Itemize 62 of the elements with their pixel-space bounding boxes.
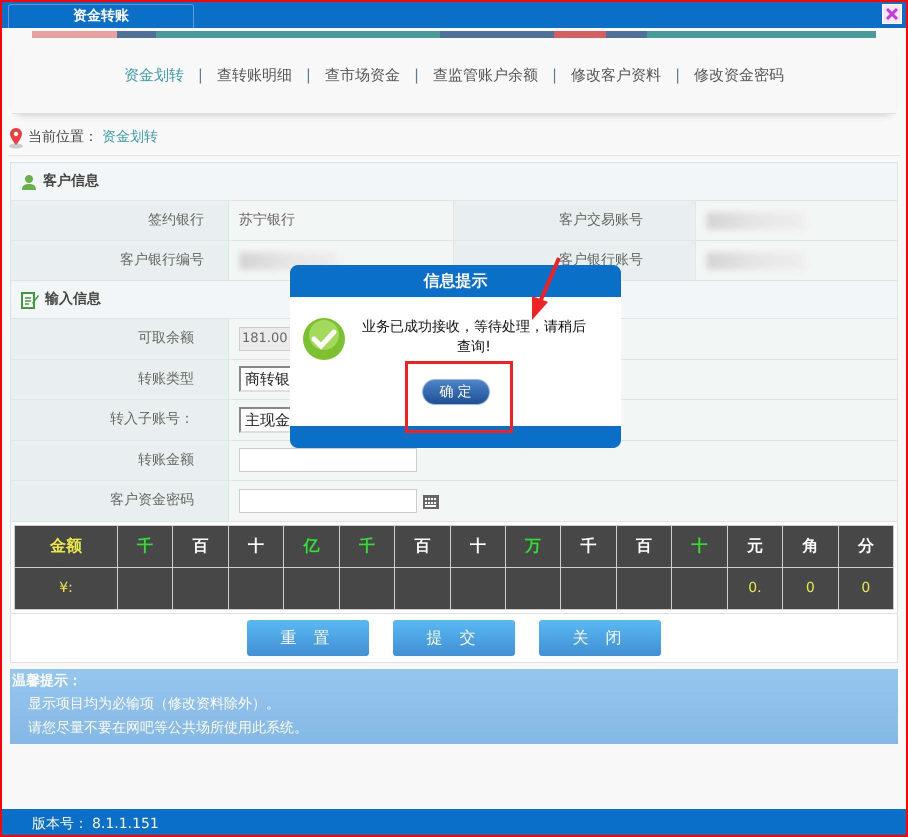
nav-separator: | [198, 65, 203, 86]
field-label: 客户资金密码 [110, 491, 194, 510]
digit-label: 金额 [50, 535, 82, 557]
section-title: 输入信息 [45, 290, 101, 309]
field-value: 苏宁银行 [239, 211, 295, 230]
nav-link[interactable]: 查监管账户余额 [433, 64, 538, 87]
user-icon [21, 174, 37, 190]
nav-separator: | [675, 65, 680, 86]
digit-label: 元 [746, 535, 763, 557]
location-label: 当前位置： [28, 128, 98, 147]
nav-separator: | [552, 65, 558, 86]
close-button[interactable] [882, 4, 902, 24]
digit-label: 百 [192, 535, 209, 557]
field-label: 客户交易账号 [559, 211, 643, 230]
digit-label: 百 [414, 535, 430, 557]
tips-title: 温馨提示： [11, 672, 83, 690]
grid-value-cell: 0. [728, 568, 782, 608]
tips-text: 请您尽量不要在网吧等公共场所使用此系统。 [27, 718, 309, 738]
nav-link[interactable]: 修改资金密码 [694, 64, 784, 87]
window-tab[interactable]: 资金转账 [8, 4, 194, 28]
digit-label: 万 [525, 535, 542, 557]
field-label: 转账金额 [138, 450, 194, 470]
digit-label: 千 [580, 535, 597, 557]
checkmark-icon [302, 317, 346, 361]
annotation-arrow [532, 257, 561, 320]
grid-value-cell: 0 [838, 568, 893, 608]
digit-label: 分 [858, 535, 874, 557]
location-pin-icon [8, 126, 24, 148]
digit-label: 百 [636, 535, 652, 557]
field-label: 可取余额 [138, 329, 194, 348]
location-value[interactable]: 资金划转 [102, 127, 158, 148]
close-icon [885, 7, 899, 21]
tips-text: 显示项目均为必输项（修改资料除外）。 [27, 694, 281, 714]
keyboard-icon[interactable] [423, 492, 439, 509]
nav-link[interactable]: 查转账明细 [216, 64, 292, 87]
nav-separator: | [414, 65, 420, 86]
version-value: 8.1.1.151 [92, 815, 159, 834]
version-label: 版本号： [32, 815, 88, 834]
field-label: 转账类型 [138, 370, 194, 389]
edit-icon [21, 290, 39, 308]
nav-link[interactable]: 修改客户资料 [571, 64, 662, 87]
digit-label: 十 [470, 535, 486, 557]
field-label: 客户银行编号 [120, 251, 204, 270]
dialog-title: 信息提示 [290, 265, 621, 297]
input-field[interactable] [239, 448, 417, 472]
nav-link[interactable]: 资金划转 [124, 64, 184, 87]
field-label: 转入子账号： [110, 410, 194, 430]
input-field[interactable] [239, 488, 417, 513]
grid-value-cell: 0 [783, 568, 838, 608]
digit-label: 亿 [303, 535, 320, 557]
nav-separator: | [306, 65, 311, 86]
ok-button[interactable]: 确 定 [422, 379, 490, 405]
dialog-message: 业务已成功接收，等待处理，请稍后查询! [361, 318, 587, 357]
digit-label: 十 [691, 535, 708, 557]
grid-value-cell: ¥: [15, 568, 117, 608]
digit-label: 千 [358, 535, 375, 557]
field-label: 签约银行 [148, 211, 204, 230]
nav-link[interactable]: 查市场资金 [324, 64, 400, 87]
digit-label: 千 [137, 535, 154, 557]
section-title: 客户信息 [43, 172, 99, 191]
digit-label: 十 [248, 535, 264, 557]
digit-label: 角 [802, 535, 818, 557]
